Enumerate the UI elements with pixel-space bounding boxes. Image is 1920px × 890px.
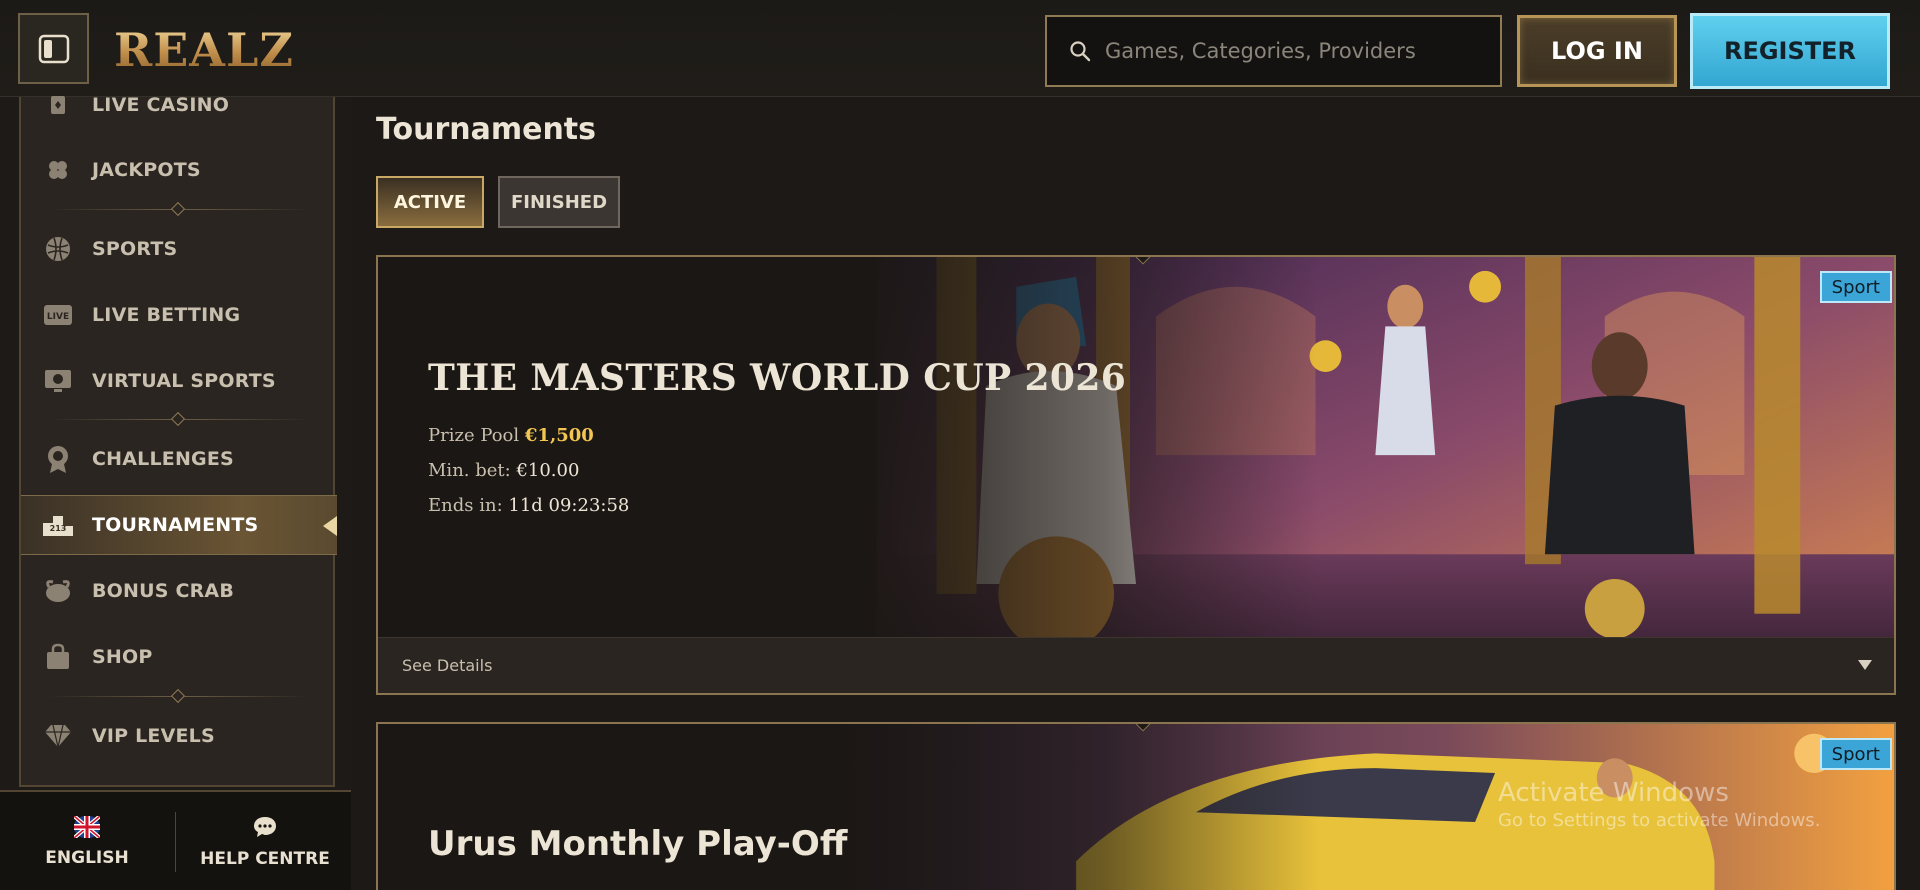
watermark-title: Activate Windows: [1498, 778, 1729, 808]
help-centre-label: HELP CENTRE: [200, 849, 330, 869]
sidebar-item-sports[interactable]: SPORTS: [21, 219, 333, 279]
sidebar-toggle-button[interactable]: [18, 13, 89, 84]
ends-in-label: Ends in:: [428, 495, 503, 516]
ends-in: Ends in: 11d 09:23:58: [428, 495, 629, 516]
category-badge: Sport: [1819, 738, 1892, 770]
language-selector[interactable]: ENGLISH: [12, 806, 162, 878]
sidebar-item-label: BONUS CRAB: [92, 580, 235, 602]
card-overlay: [378, 257, 1894, 693]
register-button[interactable]: REGISTER: [1690, 13, 1890, 89]
sidebar-item-label: TOURNAMENTS: [92, 514, 259, 536]
svg-text:LIVE: LIVE: [47, 312, 69, 322]
sidebar-item-shop[interactable]: SHOP: [21, 627, 333, 687]
prize-pool-label: Prize Pool: [428, 425, 520, 446]
help-centre-button[interactable]: HELP CENTRE: [190, 806, 340, 878]
search-icon: [1070, 41, 1091, 62]
uk-flag-icon: [74, 816, 100, 838]
watermark-subtitle: Go to Settings to activate Windows.: [1498, 810, 1821, 831]
sidebar-item-label: VIP LEVELS: [92, 725, 215, 747]
site-logo[interactable]: REALZ: [114, 20, 294, 80]
sidebar-item-vip-levels[interactable]: VIP LEVELS: [21, 706, 333, 766]
login-button[interactable]: LOG IN: [1517, 15, 1677, 87]
sidebar-item-label: VIRTUAL SPORTS: [92, 370, 276, 392]
svg-text:213: 213: [50, 524, 67, 533]
tournament-title: THE MASTERS WORLD CUP 2026: [428, 357, 1127, 399]
sports-ball-icon: [41, 232, 75, 266]
ends-in-value: 11d 09:23:58: [508, 495, 630, 516]
min-bet-value: €10.00: [516, 460, 580, 481]
virtual-sports-icon: [41, 364, 75, 398]
footer-separator: [175, 812, 176, 872]
sidebar-item-virtual-sports[interactable]: VIRTUAL SPORTS: [21, 351, 333, 411]
sidebar-nav[interactable]: LIVE CASINO JACKPOTS SPORTS LIVE LIVE BE…: [19, 94, 337, 787]
min-bet-label: Min. bet:: [428, 460, 511, 481]
shop-bag-icon: [41, 640, 75, 674]
sidebar-item-label: LIVE CASINO: [92, 94, 230, 116]
sidebar-item-label: JACKPOTS: [92, 159, 201, 181]
active-indicator: [323, 516, 337, 536]
chat-bubble-icon: [254, 817, 276, 837]
tournament-title: Urus Monthly Play-Off: [428, 824, 848, 864]
sidebar-item-live-betting[interactable]: LIVE LIVE BETTING: [21, 285, 333, 345]
main-content: Tournaments ACTIVE FINISHED Sport THE MA…: [351, 97, 1920, 890]
prize-pool: Prize Pool €1,500: [428, 425, 594, 446]
tournament-card[interactable]: Sport THE MASTERS WORLD CUP 2026 Prize P…: [376, 255, 1896, 695]
podium-icon: 213: [41, 508, 75, 542]
min-bet: Min. bet: €10.00: [428, 460, 579, 481]
sidebar-item-challenges[interactable]: CHALLENGES: [21, 429, 333, 489]
windows-activation-watermark: Activate Windows Go to Settings to activ…: [1498, 778, 1820, 831]
sidebar-item-live-casino[interactable]: LIVE CASINO: [21, 75, 333, 135]
crab-icon: [41, 574, 75, 608]
live-badge-icon: LIVE: [41, 298, 75, 332]
medal-icon: [41, 442, 75, 476]
sidebar-footer: ENGLISH HELP CENTRE: [0, 790, 351, 890]
sidebar-item-tournaments[interactable]: 213 TOURNAMENTS: [21, 495, 337, 555]
tab-finished[interactable]: FINISHED: [498, 176, 620, 228]
see-details-label: See Details: [402, 656, 493, 675]
logo-text: REALZ: [114, 23, 294, 77]
section-divider: [49, 201, 309, 217]
section-divider: [49, 688, 309, 704]
sidebar-item-label: SHOP: [92, 646, 153, 668]
prize-pool-value: €1,500: [524, 425, 594, 446]
sidebar-item-jackpots[interactable]: JACKPOTS: [21, 140, 333, 200]
search-box[interactable]: [1045, 15, 1502, 87]
sidebar-toggle-icon: [38, 34, 69, 63]
language-label: ENGLISH: [45, 848, 129, 868]
sidebar-item-label: CHALLENGES: [92, 448, 234, 470]
clover-icon: [41, 153, 75, 187]
section-divider: [49, 411, 309, 427]
chevron-down-icon: [1858, 660, 1872, 670]
search-input[interactable]: [1105, 39, 1500, 63]
category-badge: Sport: [1819, 271, 1892, 303]
page-title: Tournaments: [376, 112, 597, 147]
sidebar: LIVE CASINO JACKPOTS SPORTS LIVE LIVE BE…: [0, 94, 351, 890]
see-details-bar[interactable]: See Details: [378, 637, 1894, 693]
sidebar-item-bonus-crab[interactable]: BONUS CRAB: [21, 561, 333, 621]
tab-active[interactable]: ACTIVE: [376, 176, 484, 228]
sidebar-item-label: LIVE BETTING: [92, 304, 241, 326]
live-casino-icon: [41, 88, 75, 122]
sidebar-item-label: SPORTS: [92, 238, 178, 260]
diamond-icon: [41, 719, 75, 753]
